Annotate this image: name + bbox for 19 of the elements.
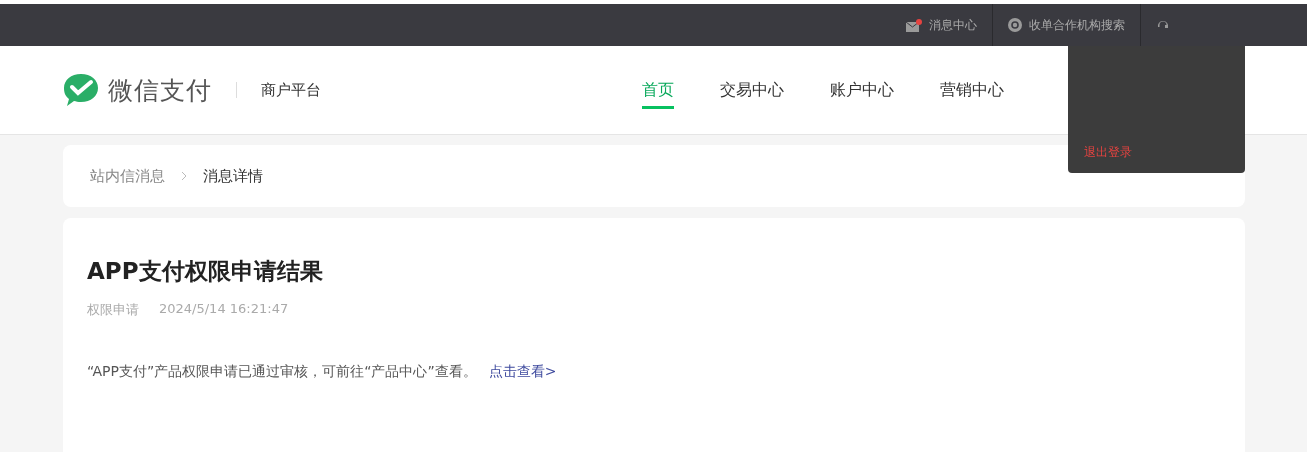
current-page-title: 消息详情 xyxy=(203,166,263,186)
nav-tab[interactable]: 营销中心 xyxy=(940,46,1004,134)
breadcrumb-link[interactable]: 站内信消息 xyxy=(90,166,165,186)
view-link[interactable]: 点击查看> xyxy=(488,363,557,381)
chevron-icon xyxy=(181,171,187,181)
message-category: 权限申请 xyxy=(87,301,139,319)
platform-name: 商户平台 xyxy=(261,80,321,100)
message-time: 2024/5/14 16:21:47 xyxy=(159,301,289,318)
wechat-pay-logo-icon xyxy=(62,72,100,108)
envelope-icon xyxy=(906,18,922,32)
brand-name: 微信支付 xyxy=(108,74,212,107)
nav-tab[interactable]: 账户中心 xyxy=(830,46,894,134)
logout-link[interactable]: 退出登录 xyxy=(1084,144,1229,161)
message-title: APP支付权限申请结果 xyxy=(87,257,324,286)
message-body: “APP支付”产品权限申请已通过审核，可前往“产品中心”查看。 xyxy=(87,363,477,381)
nav-tab[interactable]: 首页 xyxy=(642,46,674,134)
nav-tab[interactable]: 交易中心 xyxy=(720,46,784,134)
search-icon xyxy=(1008,18,1022,32)
topbar-link[interactable]: 消息中心 xyxy=(891,4,992,46)
